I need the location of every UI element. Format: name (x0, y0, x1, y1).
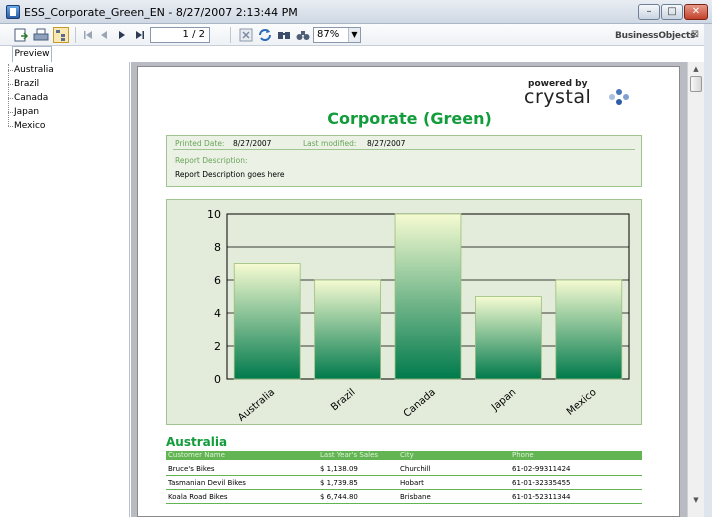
printed-date-label: Printed Date: (175, 139, 225, 148)
sales-cell: $ 1,138.09 (320, 465, 358, 473)
print-icon[interactable] (33, 27, 49, 43)
report-toolbar: 1 / 2 87% ▼ BusinessObjects ⊠ (0, 24, 712, 46)
customer-name-cell: Koala Road Bikes (168, 493, 228, 501)
tree-item-mexico[interactable]: Mexico (7, 120, 45, 132)
page-number-input[interactable]: 1 / 2 (150, 27, 210, 43)
vertical-scrollbar[interactable]: ▲ ▼ (687, 62, 704, 517)
table-row: Tasmanian Devil Bikes $ 1,739.85 Hobart … (166, 477, 642, 490)
stop-icon[interactable] (238, 27, 254, 43)
column-header-customer-name: Customer Name (168, 451, 225, 459)
customer-name-cell: Bruce's Bikes (168, 465, 215, 473)
report-info-box: Printed Date: 8/27/2007 Last modified: 8… (166, 135, 642, 187)
sales-cell: $ 6,744.80 (320, 493, 358, 501)
phone-cell: 61-01-52311344 (512, 493, 571, 501)
report-page: powered by crystal Corporate (Green) Pri… (137, 66, 680, 517)
y-tick-label: 4 (214, 307, 221, 320)
info-divider (173, 149, 635, 150)
tab-preview[interactable]: Preview (12, 46, 52, 62)
scroll-down-icon[interactable]: ▼ (688, 493, 704, 507)
chevron-down-icon[interactable]: ▼ (348, 28, 360, 42)
zoom-select[interactable]: 87% ▼ (313, 27, 361, 43)
crystal-wordmark: crystal (524, 86, 592, 108)
y-tick-label: 8 (214, 241, 221, 254)
printed-date-value: 8/27/2007 (233, 139, 272, 148)
scroll-thumb[interactable] (690, 76, 702, 92)
y-tick-label: 6 (214, 274, 221, 287)
refresh-icon[interactable] (257, 27, 273, 43)
logo-dot (616, 89, 622, 95)
column-header-phone: Phone (512, 451, 534, 459)
minimize-button[interactable]: – (638, 4, 660, 20)
bar-mexico (555, 279, 623, 380)
logo-dot (609, 94, 615, 100)
bar-brazil (314, 279, 381, 380)
toolbar-separator (230, 27, 231, 43)
tree-connector (8, 64, 9, 126)
x-tick-label: Canada (402, 387, 438, 420)
window-frame-edge (704, 24, 712, 517)
sales-cell: $ 1,739.85 (320, 479, 358, 487)
binoculars-icon[interactable] (295, 27, 311, 43)
bar-japan (475, 296, 542, 380)
table-row: Koala Road Bikes $ 6,744.80 Brisbane 61-… (166, 491, 642, 504)
tree-item-canada[interactable]: Canada (7, 92, 48, 104)
tab-strip: Preview (0, 46, 130, 62)
x-tick-label: Australia (236, 387, 277, 424)
bar-australia (233, 263, 301, 380)
last-page-icon[interactable] (132, 27, 148, 43)
y-tick-label: 10 (207, 208, 221, 221)
phone-cell: 61-01-32335455 (512, 479, 571, 487)
table-row: Bruce's Bikes $ 1,138.09 Churchill 61-02… (166, 463, 642, 476)
group-tree-toggle-icon[interactable] (53, 27, 69, 43)
previous-page-icon[interactable] (96, 27, 112, 43)
scroll-up-icon[interactable]: ▲ (688, 62, 704, 76)
app-icon (6, 5, 20, 19)
first-page-icon[interactable] (80, 27, 96, 43)
bar-chart: 0 2 4 6 8 10 Australia Brazil Canada Japan Mexico (207, 208, 630, 424)
last-modified-label: Last modified: (303, 139, 357, 148)
search-text-icon[interactable] (276, 27, 292, 43)
report-title: Corporate (Green) (327, 109, 492, 128)
report-description-value: Report Description goes here (175, 170, 285, 179)
close-window-button[interactable]: ✕ (684, 4, 708, 20)
maximize-button[interactable]: □ (661, 4, 683, 20)
city-cell: Brisbane (400, 493, 431, 501)
group-header-australia: Australia (166, 435, 228, 449)
tree-item-japan[interactable]: Japan (7, 106, 39, 118)
logo-dot (616, 99, 622, 105)
tree-item-brazil[interactable]: Brazil (7, 78, 39, 90)
report-description-label: Report Description: (175, 156, 248, 165)
crystal-logo: powered by crystal (524, 79, 642, 109)
window-titlebar: ESS_Corporate_Green_EN - 8/27/2007 2:13:… (0, 0, 712, 24)
bar-canada (394, 213, 462, 380)
businessobjects-logo: BusinessObjects (615, 31, 696, 41)
x-tick-label: Brazil (329, 387, 357, 413)
logo-dot (623, 94, 629, 100)
x-tick-label: Japan (489, 387, 518, 414)
tree-item-australia[interactable]: Australia (8, 64, 54, 76)
toolbar-separator (75, 27, 76, 43)
table-header: Customer Name Last Year's Sales City Pho… (166, 451, 642, 460)
window-title: ESS_Corporate_Green_EN - 8/27/2007 2:13:… (24, 6, 298, 19)
close-tab-icon[interactable]: ⊠ (688, 28, 702, 42)
city-cell: Churchill (400, 465, 431, 473)
chart-panel: 0 2 4 6 8 10 Australia Brazil Canada Japan Mexico (166, 199, 642, 425)
phone-cell: 61-02-99311424 (512, 465, 571, 473)
export-icon[interactable] (13, 27, 29, 43)
report-viewer: powered by crystal Corporate (Green) Pri… (131, 62, 687, 517)
next-page-icon[interactable] (114, 27, 130, 43)
y-tick-label: 0 (214, 373, 221, 386)
zoom-value: 87% (317, 29, 340, 40)
y-tick-label: 2 (214, 340, 221, 353)
city-cell: Hobart (400, 479, 424, 487)
last-modified-value: 8/27/2007 (367, 139, 406, 148)
column-header-last-years-sales: Last Year's Sales (320, 451, 379, 459)
group-tree: Australia Brazil Canada Japan Mexico (0, 62, 130, 517)
column-header-city: City (400, 451, 414, 459)
customer-name-cell: Tasmanian Devil Bikes (168, 479, 246, 487)
x-tick-label: Mexico (565, 387, 599, 418)
